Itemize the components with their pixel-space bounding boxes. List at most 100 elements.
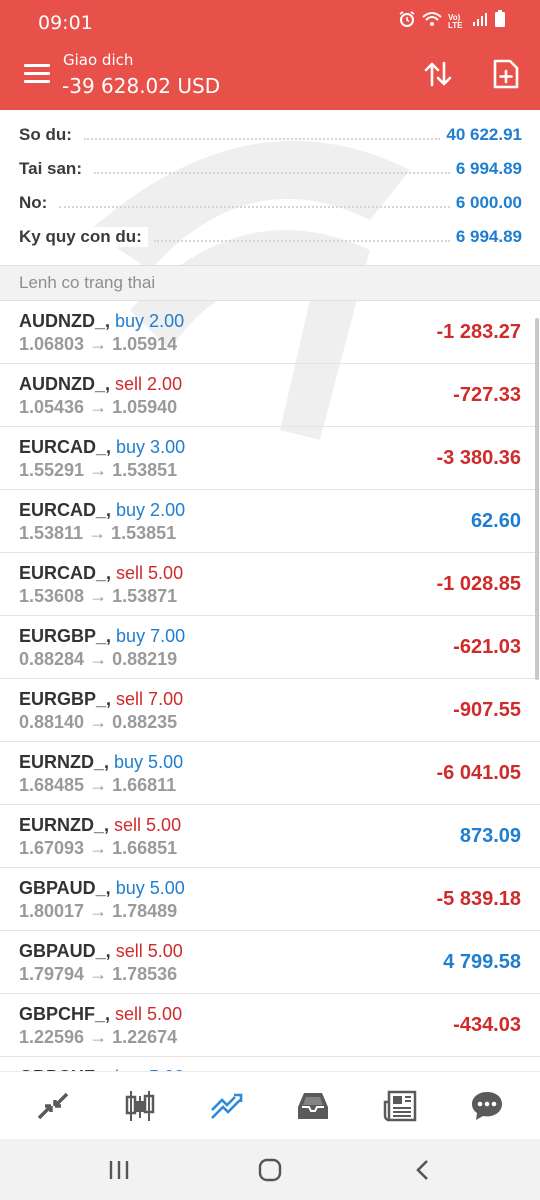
summary-label: Tai san: [19,159,88,179]
position-header: EURCAD_, sell 5.00 [19,563,183,584]
position-profit: 4 799.58 [443,951,521,973]
position-row[interactable]: EURNZD_, buy 5.00 1.68485 → 1.66811 -6 041… [0,742,540,805]
trade-trend-icon [210,1093,242,1119]
summary-label: So du: [19,125,78,145]
summary-row-margin: No: 6 000.00 [0,186,540,220]
position-profit: 873.09 [459,825,521,847]
position-symbol: EURNZD_, [19,815,110,835]
position-row[interactable]: GBPAUD_, sell 5.00 1.79794 → 1.78536 4 799… [0,931,540,994]
position-prices: 0.88284 → 0.88219 [19,649,178,669]
position-symbol: EURCAD_, [19,500,112,520]
position-prices: 1.80017 → 1.78489 [19,901,178,921]
position-prices: 1.06803 → 1.05914 [19,334,178,354]
position-prices: 1.67093 → 1.66851 [19,838,178,858]
recent-apps-icon[interactable] [104,1157,134,1183]
chart-tab[interactable] [115,1081,165,1131]
signal-icon [472,11,488,32]
position-row[interactable]: EURCAD_, sell 5.00 1.53608 → 1.53871 -1 02… [0,553,540,616]
position-header: AUDNZD_, buy 2.00 [19,311,184,332]
position-side-volume: buy 5.00 [114,752,184,772]
battery-icon [494,10,506,33]
position-row[interactable]: GBPCHF_, buy 5.00 [0,1057,540,1071]
position-prices: 1.79794 → 1.78536 [19,964,178,984]
position-row[interactable]: EURGBP_, sell 7.00 0.88140 → 0.88235 -907.… [0,679,540,742]
account-summary: So du: 40 622.91 Tai san: 6 994.89 No: 6… [0,118,540,254]
menu-icon[interactable] [24,64,50,84]
position-symbol: EURNZD_, [19,752,110,772]
position-prices: 1.68485 → 1.66811 [19,775,177,795]
position-profit: 62.60 [470,510,521,532]
position-symbol: EURCAD_, [19,563,112,583]
position-side-volume: sell 2.00 [115,374,183,394]
position-symbol: AUDNZD_, [19,374,111,394]
position-header: EURGBP_, buy 7.00 [19,626,185,647]
position-side-volume: buy 2.00 [116,500,186,520]
position-symbol: AUDNZD_, [19,311,111,331]
position-row[interactable]: AUDNZD_, sell 2.00 1.05436 → 1.05940 -727.… [0,364,540,427]
summary-label: No: [19,193,54,213]
system-nav-bar [0,1139,540,1200]
history-tab[interactable] [288,1081,338,1131]
position-profit: -727.33 [453,384,521,406]
position-profit: -3 380.36 [436,447,521,469]
position-side-volume: sell 5.00 [114,815,182,835]
position-side-volume: buy 2.00 [115,311,185,331]
news-tab[interactable] [375,1081,425,1131]
inbox-tray-icon [298,1092,329,1119]
wifi-calling-icon [422,11,442,32]
position-side-volume: buy 3.00 [116,437,186,457]
position-row[interactable]: EURCAD_, buy 2.00 1.53811 → 1.53851 62.60 [0,490,540,553]
summary-row-free-margin: Ky quy con du: 6 994.89 [0,220,540,254]
position-prices: 0.88140 → 0.88235 [19,712,178,732]
position-row[interactable]: AUDNZD_, buy 2.00 1.06803 → 1.05914 -1 283… [0,301,540,364]
position-header: GBPAUD_, buy 5.00 [19,878,185,899]
summary-value: 6 994.89 [455,227,522,246]
position-profit: -6 041.05 [436,762,521,784]
position-row[interactable]: GBPCHF_, sell 5.00 1.22596 → 1.22674 -434.… [0,994,540,1057]
position-symbol: GBPAUD_, [19,941,111,961]
summary-label: Ky quy con du: [19,227,148,247]
position-symbol: GBPCHF_, [19,1004,111,1024]
position-row[interactable]: EURNZD_, sell 5.00 1.67093 → 1.66851 873.0… [0,805,540,868]
section-header: Lenh co trang thai [0,265,540,301]
position-symbol: GBPAUD_, [19,878,111,898]
quotes-arrows-icon [38,1092,69,1119]
sort-icon[interactable] [420,56,456,92]
summary-row-balance: So du: 40 622.91 [0,118,540,152]
position-side-volume: sell 7.00 [116,689,184,709]
position-header: EURNZD_, sell 5.00 [19,815,181,836]
position-side-volume: buy 5.00 [115,878,185,898]
messages-tab[interactable] [462,1081,512,1131]
position-prices: 1.22596 → 1.22674 [19,1027,178,1047]
position-header: AUDNZD_, sell 2.00 [19,374,182,395]
position-row[interactable]: GBPAUD_, buy 5.00 1.80017 → 1.78489 -5 839… [0,868,540,931]
position-header: EURNZD_, buy 5.00 [19,752,183,773]
scrollbar[interactable] [535,318,539,680]
positions-list[interactable]: AUDNZD_, buy 2.00 1.06803 → 1.05914 -1 283… [0,301,540,1071]
position-side-volume: sell 5.00 [115,941,183,961]
position-symbol: EURGBP_, [19,689,112,709]
header-subtitle: Giao dich [63,51,134,69]
volte-icon: Vo) LTE [448,12,463,30]
status-time: 09:01 [38,12,93,34]
position-side-volume: sell 5.00 [116,563,184,583]
position-header: GBPCHF_, sell 5.00 [19,1004,182,1025]
header-title: -39 628.02 USD [62,74,221,98]
dotted-leader [59,206,450,208]
quotes-tab[interactable] [28,1081,78,1131]
position-row[interactable]: EURCAD_, buy 3.00 1.55291 → 1.53851 -3 380… [0,427,540,490]
position-prices: 1.53811 → 1.53851 [19,523,177,543]
position-profit: -434.03 [453,1014,521,1036]
summary-row-equity: Tai san: 6 994.89 [0,152,540,186]
summary-value: 6 994.89 [455,159,522,178]
candlestick-icon [125,1090,155,1121]
position-prices: 1.55291 → 1.53851 [19,460,178,480]
trade-tab[interactable] [202,1081,252,1131]
position-row[interactable]: EURGBP_, buy 7.00 0.88284 → 0.88219 -621.0… [0,616,540,679]
back-icon[interactable] [408,1157,438,1183]
home-icon[interactable] [255,1157,285,1183]
new-order-icon[interactable] [488,56,524,92]
position-profit: -907.55 [453,699,521,721]
summary-value: 6 000.00 [455,193,522,212]
dotted-leader [83,138,441,140]
